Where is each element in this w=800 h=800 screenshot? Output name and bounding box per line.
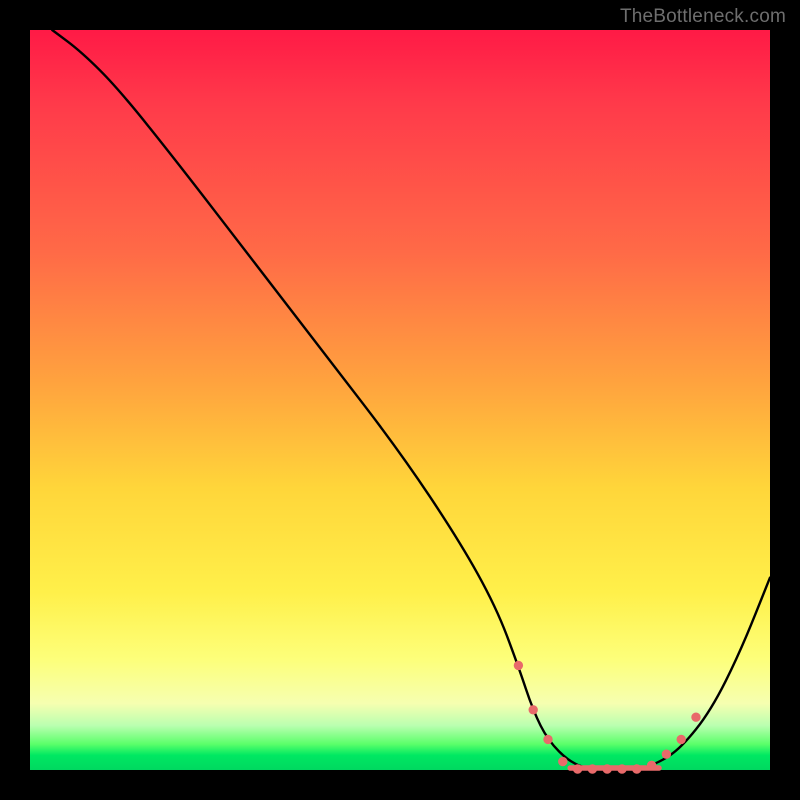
curve-marker bbox=[529, 706, 537, 714]
chart-frame: TheBottleneck.com bbox=[0, 0, 800, 800]
curve-markers bbox=[514, 661, 700, 773]
curve-layer bbox=[30, 30, 770, 770]
curve-marker bbox=[633, 765, 641, 773]
curve-marker bbox=[514, 661, 522, 669]
curve-marker bbox=[603, 765, 611, 773]
curve-marker bbox=[647, 761, 655, 769]
watermark-text: TheBottleneck.com bbox=[620, 6, 786, 28]
curve-marker bbox=[588, 765, 596, 773]
bottleneck-curve bbox=[52, 30, 770, 770]
curve-marker bbox=[573, 765, 581, 773]
curve-marker bbox=[662, 750, 670, 758]
curve-marker bbox=[692, 713, 700, 721]
curve-marker bbox=[677, 735, 685, 743]
curve-marker bbox=[544, 735, 552, 743]
plot-area bbox=[30, 30, 770, 770]
curve-marker bbox=[559, 757, 567, 765]
curve-marker bbox=[618, 765, 626, 773]
